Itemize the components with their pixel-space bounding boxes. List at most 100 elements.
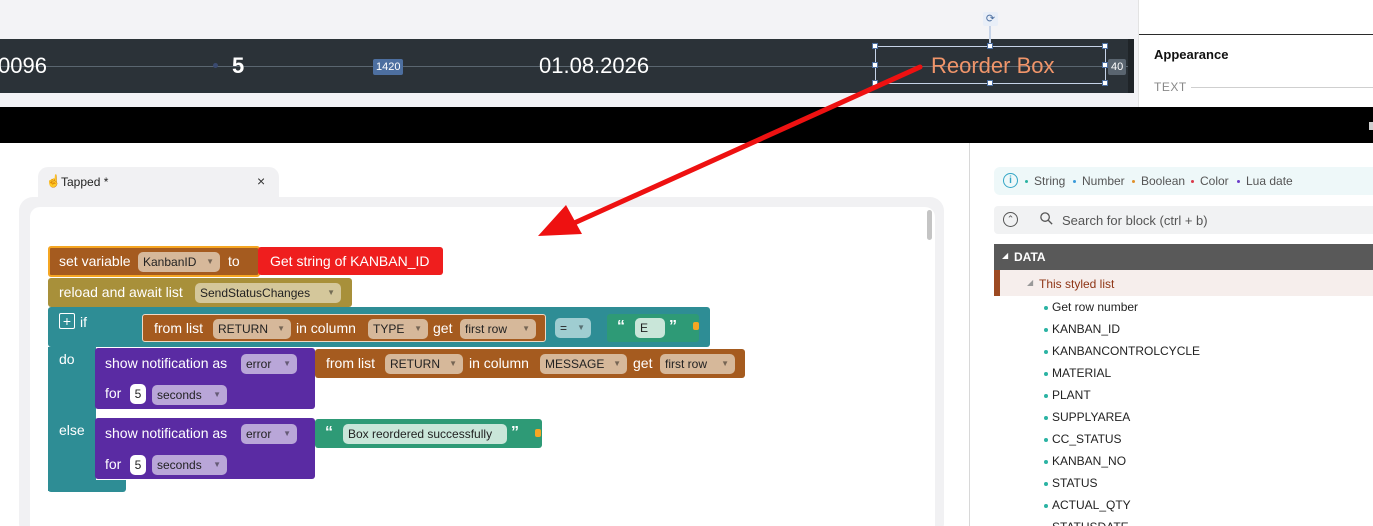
resize-handle[interactable] [987, 43, 993, 49]
field-dot [1044, 416, 1048, 420]
severity-value: error [246, 357, 272, 371]
chevron-down-icon: ▼ [277, 324, 285, 333]
expand-icon[interactable]: + [59, 313, 75, 329]
resize-handle[interactable] [872, 62, 878, 68]
message-dropdown[interactable]: MESSAGE ▼ [540, 354, 627, 374]
return-name: RETURN [390, 357, 440, 371]
legend-dot [1025, 180, 1028, 183]
for-label: for [105, 456, 122, 472]
data-category-header[interactable] [994, 244, 1373, 270]
field-dot [1044, 504, 1048, 508]
duration-input[interactable]: 5 [130, 384, 146, 404]
do-label: do [59, 351, 75, 367]
resize-handle[interactable] [1102, 43, 1108, 49]
operator-dropdown[interactable]: = ▼ [555, 318, 591, 338]
data-field-item[interactable]: KANBAN_ID [1052, 322, 1120, 336]
operator-value: = [560, 321, 568, 335]
type-name: TYPE [373, 322, 405, 336]
tap-hand-icon: ☝ [46, 174, 61, 188]
field-dot [1044, 438, 1048, 442]
if-label: if [80, 314, 87, 330]
chevron-down-icon: ▼ [206, 257, 214, 266]
height-measure-badge: 40 [1108, 59, 1127, 75]
field-dot [1044, 482, 1048, 486]
search-icon [1040, 212, 1053, 225]
data-field-item[interactable]: STATUS [1052, 476, 1098, 490]
toolbar-band [0, 107, 1373, 143]
data-field-item[interactable]: KANBANCONTROLCYCLE [1052, 344, 1200, 358]
from-list-label: from list [154, 320, 203, 336]
if-block-foot [48, 480, 126, 492]
styled-list-label: This styled list [1039, 277, 1115, 291]
row-indicator-dot [213, 63, 218, 68]
row-name: first row [465, 322, 507, 336]
legend-item: Lua date [1246, 174, 1293, 188]
message-name: MESSAGE [545, 357, 605, 371]
severity-value: error [246, 427, 272, 441]
field-dot [1044, 372, 1048, 376]
caret-down-icon: ◢ [1002, 251, 1009, 260]
data-field-item[interactable]: Get row number [1052, 300, 1138, 314]
success-string-value[interactable]: Box reordered successfully [343, 424, 507, 444]
row-dropdown[interactable]: first row ▼ [460, 319, 536, 339]
legend-dot [1191, 180, 1194, 183]
variable-name: KanbanID [143, 255, 197, 269]
data-field-item[interactable]: CC_STATUS [1052, 432, 1122, 446]
chevron-down-icon: ▼ [283, 429, 291, 438]
list-dropdown[interactable]: SendStatusChanges ▼ [195, 283, 341, 303]
get-label: get [433, 320, 453, 336]
get-string-label: Get string of KANBAN_ID [270, 253, 430, 269]
row-dropdown[interactable]: first row ▼ [660, 354, 735, 374]
severity-dropdown[interactable]: error ▼ [241, 354, 297, 374]
legend-item: Number [1082, 174, 1125, 188]
unit-value: seconds [157, 458, 202, 472]
type-dropdown[interactable]: TYPE ▼ [368, 319, 428, 339]
width-measure-badge: 1420 [373, 59, 404, 75]
unit-dropdown[interactable]: seconds ▼ [152, 455, 227, 475]
toolbar-marker [1369, 122, 1373, 130]
block-search-input[interactable]: Search for block (ctrl + b) [1062, 213, 1208, 228]
close-icon[interactable]: × [257, 173, 265, 189]
output-connector [693, 322, 699, 330]
duration-input[interactable]: 5 [130, 455, 146, 475]
open-quote-icon: “ [617, 318, 625, 335]
data-field-item[interactable]: PLANT [1052, 388, 1091, 402]
return-dropdown[interactable]: RETURN ▼ [213, 319, 291, 339]
severity-dropdown[interactable]: error ▼ [241, 424, 297, 444]
unit-dropdown[interactable]: seconds ▼ [152, 385, 227, 405]
return-dropdown[interactable]: RETURN ▼ [385, 354, 463, 374]
resize-handle[interactable] [987, 80, 993, 86]
chevron-down-icon: ▼ [721, 359, 729, 368]
data-field-item[interactable]: SUPPLYAREA [1052, 410, 1130, 424]
variable-dropdown[interactable]: KanbanID ▼ [138, 252, 220, 272]
string-e-value[interactable]: E [635, 318, 665, 338]
data-field-item[interactable]: MATERIAL [1052, 366, 1111, 380]
field-dot [1044, 306, 1048, 310]
rotate-handle-icon[interactable]: ⟳ [983, 12, 998, 26]
open-quote-icon: “ [325, 424, 333, 441]
selected-element-label[interactable]: Reorder Box [931, 53, 1055, 79]
resize-handle[interactable] [872, 43, 878, 49]
resize-handle[interactable] [1102, 80, 1108, 86]
get-label: get [633, 355, 653, 371]
field-dot [1044, 350, 1048, 354]
panel-divider [1139, 34, 1373, 35]
tab-tapped[interactable]: ☝ Tapped * × [38, 167, 279, 199]
tab-label: Tapped * [61, 175, 109, 189]
resize-handle[interactable] [872, 80, 878, 86]
data-field-item[interactable]: STATUSDATE [1052, 520, 1129, 526]
show-notification-label: show notification as [105, 425, 228, 441]
output-connector [535, 429, 541, 437]
to-label: to [228, 253, 240, 269]
data-field-item[interactable]: KANBAN_NO [1052, 454, 1126, 468]
chevron-down-icon: ▼ [213, 390, 221, 399]
collapse-all-icon[interactable]: ⌃ [1003, 212, 1018, 227]
field-dot [1044, 328, 1048, 332]
legend-dot [1237, 180, 1240, 183]
workspace-scrollbar[interactable] [927, 210, 932, 240]
chevron-down-icon: ▼ [414, 324, 422, 333]
chevron-down-icon: ▼ [522, 324, 530, 333]
data-field-item[interactable]: ACTUAL_QTY [1052, 498, 1131, 512]
info-icon[interactable]: i [1003, 173, 1018, 188]
legend-item: String [1034, 174, 1066, 188]
